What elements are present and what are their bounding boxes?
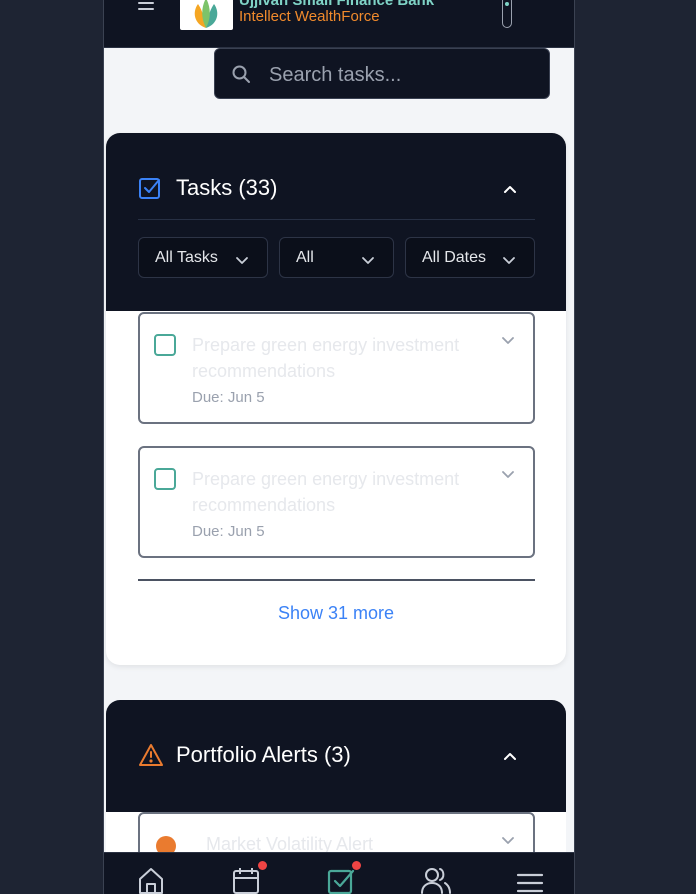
home-icon[interactable] (136, 865, 168, 894)
alerts-title: Portfolio Alerts (3) (176, 742, 351, 767)
header-divider (138, 219, 535, 220)
task-title: Prepare green energy investment recommen… (192, 469, 460, 515)
task-item[interactable]: Prepare green energy investment recommen… (138, 312, 535, 424)
tasks-title: Tasks (33) (176, 175, 278, 200)
top-bar: Ujjivan Small Finance Bank Intellect Wea… (104, 0, 574, 48)
brand-subtitle: Intellect WealthForce (239, 8, 380, 25)
app-frame: Ujjivan Small Finance Bank Intellect Wea… (103, 0, 575, 894)
task-due-date: Due: Jun 5 (192, 389, 265, 406)
task-checkbox[interactable] (154, 468, 176, 490)
checkbox-icon (138, 176, 162, 205)
task-due-date: Due: Jun 5 (192, 523, 265, 540)
clients-icon[interactable] (420, 865, 452, 894)
chevron-down-icon[interactable] (500, 468, 516, 486)
list-divider (138, 579, 535, 581)
search-bar[interactable] (214, 48, 550, 99)
filter-task-type[interactable]: All Tasks (138, 237, 268, 278)
calendar-icon[interactable] (231, 865, 263, 894)
chevron-down-icon (235, 252, 249, 270)
bottom-nav (104, 852, 574, 894)
task-checkbox[interactable] (154, 334, 176, 356)
chevron-up-icon[interactable] (502, 182, 518, 200)
tasks-card-header: Tasks (33) All Tasks All All Dates (106, 133, 566, 311)
search-input[interactable] (267, 61, 541, 89)
chevron-down-icon (502, 252, 516, 270)
chevron-down-icon[interactable] (500, 834, 516, 852)
chevron-down-icon (361, 252, 375, 270)
task-title: Prepare green energy investment recommen… (192, 335, 460, 381)
show-more-link[interactable]: Show 31 more (106, 603, 566, 624)
status-toggle[interactable] (502, 0, 512, 28)
bank-logo (180, 0, 233, 30)
search-icon (231, 64, 251, 89)
calendar-badge (258, 861, 267, 870)
hamburger-menu-icon[interactable] (138, 2, 154, 14)
task-item[interactable]: Prepare green energy investment recommen… (138, 446, 535, 558)
chevron-up-icon[interactable] (502, 749, 518, 767)
filter-status[interactable]: All (279, 237, 394, 278)
tasks-card: Tasks (33) All Tasks All All Dates Prepa… (106, 133, 566, 665)
chevron-down-icon[interactable] (500, 334, 516, 352)
warning-icon (138, 743, 164, 772)
filter-dates[interactable]: All Dates (405, 237, 535, 278)
tasks-badge (352, 861, 361, 870)
menu-icon[interactable] (516, 865, 548, 894)
